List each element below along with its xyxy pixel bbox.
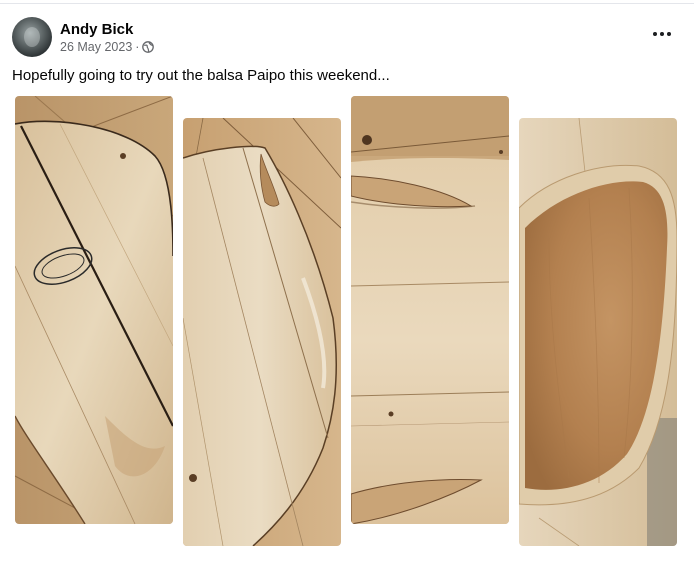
photo-board-fin[interactable] xyxy=(183,118,341,546)
photo-board-concave[interactable] xyxy=(519,118,677,546)
photo-board-bottom-logo[interactable] xyxy=(15,96,173,524)
author-name[interactable]: Andy Bick xyxy=(60,20,154,39)
more-options-button[interactable] xyxy=(650,24,674,44)
globe-icon xyxy=(142,40,155,53)
post-date[interactable]: 26 May 2023 xyxy=(60,39,132,55)
separator-dot: · xyxy=(135,39,140,54)
post-subline: 26 May 2023 · xyxy=(60,39,155,55)
post-header: Andy Bick 26 May 2023 · xyxy=(12,16,155,58)
post-caption: Hopefully going to try out the balsa Pai… xyxy=(12,67,390,84)
photo-board-fins-closeup[interactable] xyxy=(351,96,509,524)
post-meta: Andy Bick 26 May 2023 · xyxy=(60,20,155,55)
more-horizontal-icon xyxy=(653,32,671,36)
avatar[interactable] xyxy=(12,17,52,57)
top-divider xyxy=(0,3,694,4)
